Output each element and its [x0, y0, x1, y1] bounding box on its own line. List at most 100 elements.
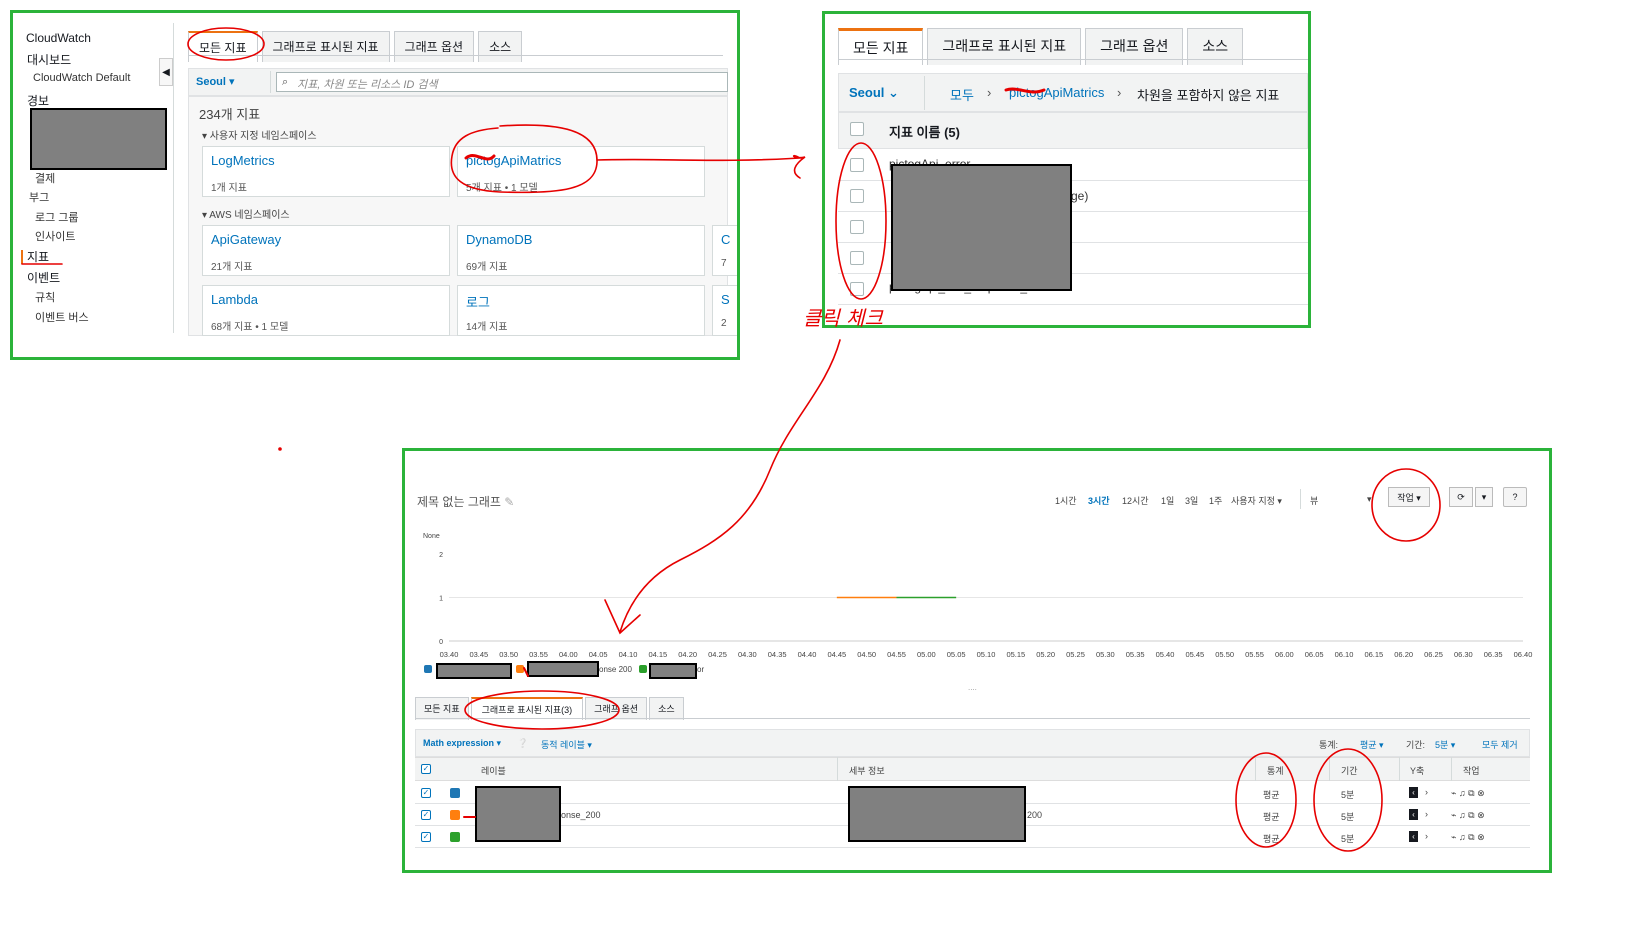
row-period[interactable]: 5분: [1341, 810, 1354, 823]
nav-log-groups[interactable]: 로그 그룹: [35, 209, 79, 225]
nav-cloudwatch-default[interactable]: CloudWatch Default: [33, 72, 130, 84]
namespace-title[interactable]: Lambda: [211, 292, 258, 307]
row-checkbox[interactable]: ✓: [421, 788, 431, 798]
y-axis-left-toggle[interactable]: ‹: [1409, 787, 1418, 798]
aws-namespace-heading[interactable]: ▾ AWS 네임스페이스: [202, 206, 290, 221]
namespace-card[interactable]: 로그 14개 지표: [457, 285, 705, 336]
nav-cloudwatch[interactable]: CloudWatch: [26, 31, 91, 45]
tab-graphed-metrics[interactable]: 그래프로 표시된 지표(3): [470, 697, 584, 720]
select-all-checkbox[interactable]: [850, 122, 864, 136]
column-metric-name[interactable]: 지표 이름 (5): [889, 122, 960, 141]
row-period[interactable]: 5분: [1341, 788, 1354, 801]
legend-label[interactable]: or: [697, 665, 704, 674]
resize-handle[interactable]: ....: [968, 683, 977, 692]
namespace-subtitle: 69개 지표: [466, 262, 508, 273]
namespace-title[interactable]: C: [721, 232, 730, 247]
math-expression-dropdown[interactable]: Math expression ▾: [423, 738, 501, 749]
row-checkbox[interactable]: [850, 282, 864, 296]
breadcrumb-dimension[interactable]: 차원을 포함하지 않은 지표: [1137, 85, 1279, 104]
nav-rules[interactable]: 규칙: [35, 289, 55, 305]
column-y-axis[interactable]: Y축: [1410, 764, 1424, 777]
row-statistic[interactable]: 평균: [1263, 832, 1280, 845]
period-dropdown[interactable]: 5분 ▾: [1435, 738, 1455, 751]
row-statistic[interactable]: 평균: [1263, 810, 1280, 823]
tab-graphed-metrics[interactable]: 그래프로 표시된 지표: [261, 31, 390, 62]
namespace-title[interactable]: ApiGateway: [211, 232, 281, 247]
row-checkbox[interactable]: ✓: [421, 832, 431, 842]
row-action-icons[interactable]: ⌁ ♫ ⧉ ⊗: [1451, 832, 1485, 843]
nav-events[interactable]: 이벤트: [27, 269, 60, 286]
y-axis-right-toggle[interactable]: ›: [1425, 809, 1428, 819]
namespace-card[interactable]: DynamoDB 69개 지표: [457, 225, 705, 276]
column-details[interactable]: 세부 정보: [849, 764, 885, 777]
namespace-card[interactable]: LogMetrics 1개 지표: [202, 146, 450, 197]
column-period[interactable]: 기간: [1341, 764, 1358, 777]
row-statistic[interactable]: 평균: [1263, 788, 1280, 801]
nav-alarms[interactable]: 경보: [27, 92, 49, 109]
nav-logs[interactable]: 부그: [29, 189, 49, 205]
row-action-icons[interactable]: ⌁ ♫ ⧉ ⊗: [1451, 810, 1485, 821]
tab-all-metrics[interactable]: 모든 지표: [415, 697, 469, 720]
x-tick-label: 03.50: [499, 650, 518, 659]
tab-source[interactable]: 소스: [478, 31, 523, 62]
col-divider: [1255, 757, 1256, 781]
nav-divider: [173, 23, 174, 333]
row-checkbox[interactable]: [850, 158, 864, 172]
namespace-title[interactable]: pictogApiMatrics: [466, 153, 561, 168]
column-actions[interactable]: 작업: [1463, 764, 1480, 777]
collapse-nav-button[interactable]: ◀: [159, 58, 173, 86]
statistic-label: 통계:: [1319, 740, 1339, 750]
select-all-checkbox[interactable]: ✓: [421, 764, 431, 774]
namespace-title[interactable]: DynamoDB: [466, 232, 532, 247]
search-input[interactable]: ⌕ 지표, 차원 또는 리소스 ID 검색: [276, 72, 728, 92]
y-axis-left-toggle[interactable]: ‹: [1409, 809, 1418, 820]
breadcrumb-namespace[interactable]: pictogApiMatrics: [1009, 85, 1104, 100]
region-selector[interactable]: Seoul ⌄: [849, 85, 899, 101]
tab-source[interactable]: 소스: [649, 697, 684, 720]
y-axis-right-toggle[interactable]: ›: [1425, 787, 1428, 797]
namespace-title[interactable]: LogMetrics: [211, 153, 275, 168]
row-details[interactable]: 200: [1027, 810, 1042, 820]
nav-billing[interactable]: 결제: [35, 170, 55, 186]
row-checkbox[interactable]: ✓: [421, 810, 431, 820]
console-panel-graphed-metrics: 제목 없는 그래프 ✎ 1시간 3시간 12시간 1일 3일 1주 사용자 지정…: [402, 448, 1552, 873]
x-tick-label: 04.20: [678, 650, 697, 659]
dynamic-labels-dropdown[interactable]: 동적 레이블 ▾: [541, 738, 592, 751]
row-period[interactable]: 5분: [1341, 832, 1354, 845]
help-icon[interactable]: ❔: [517, 738, 528, 749]
metric-name[interactable]: ge): [1071, 189, 1088, 203]
row-checkbox[interactable]: [850, 189, 864, 203]
namespace-card[interactable]: ApiGateway 21개 지표: [202, 225, 450, 276]
nav-metrics[interactable]: 지표: [27, 248, 49, 265]
row-checkbox[interactable]: [850, 251, 864, 265]
series-color-swatch[interactable]: [450, 788, 460, 798]
namespace-card[interactable]: C 7: [712, 225, 737, 276]
y-axis-right-toggle[interactable]: ›: [1425, 831, 1428, 841]
legend-label[interactable]: onse 200: [599, 665, 632, 674]
series-color-swatch[interactable]: [450, 810, 460, 820]
tab-graph-options[interactable]: 그래프 옵션: [393, 31, 475, 62]
tab-graph-options[interactable]: 그래프 옵션: [585, 697, 648, 720]
tab-all-metrics[interactable]: 모든 지표: [188, 31, 258, 62]
row-checkbox[interactable]: [850, 220, 864, 234]
breadcrumb-all[interactable]: 모두: [950, 85, 974, 104]
nav-dashboards[interactable]: 대시보드: [27, 51, 71, 68]
series-color-swatch[interactable]: [450, 832, 460, 842]
namespace-title[interactable]: 로그: [466, 292, 490, 311]
region-selector[interactable]: Seoul ▾: [196, 75, 235, 88]
namespace-subtitle: 5개 지표 • 1 모델: [466, 183, 538, 194]
namespace-card[interactable]: pictogApiMatrics 5개 지표 • 1 모델: [457, 146, 705, 197]
row-action-icons[interactable]: ⌁ ♫ ⧉ ⊗: [1451, 788, 1485, 799]
namespace-card[interactable]: Lambda 68개 지표 • 1 모델: [202, 285, 450, 336]
column-label[interactable]: 레이블: [481, 764, 506, 777]
column-statistic[interactable]: 통계: [1267, 764, 1284, 777]
row-label[interactable]: onse_200: [561, 810, 601, 820]
statistic-dropdown[interactable]: 평균 ▾: [1360, 738, 1384, 751]
namespace-card[interactable]: S 2: [712, 285, 737, 336]
nav-event-buses[interactable]: 이벤트 버스: [35, 309, 89, 325]
y-axis-left-toggle[interactable]: ‹: [1409, 831, 1418, 842]
custom-namespace-heading[interactable]: ▾ 사용자 지정 네임스페이스: [202, 127, 317, 142]
namespace-title[interactable]: S: [721, 292, 730, 307]
nav-insights[interactable]: 인사이트: [35, 228, 75, 244]
remove-all-button[interactable]: 모두 제거: [1482, 738, 1518, 751]
